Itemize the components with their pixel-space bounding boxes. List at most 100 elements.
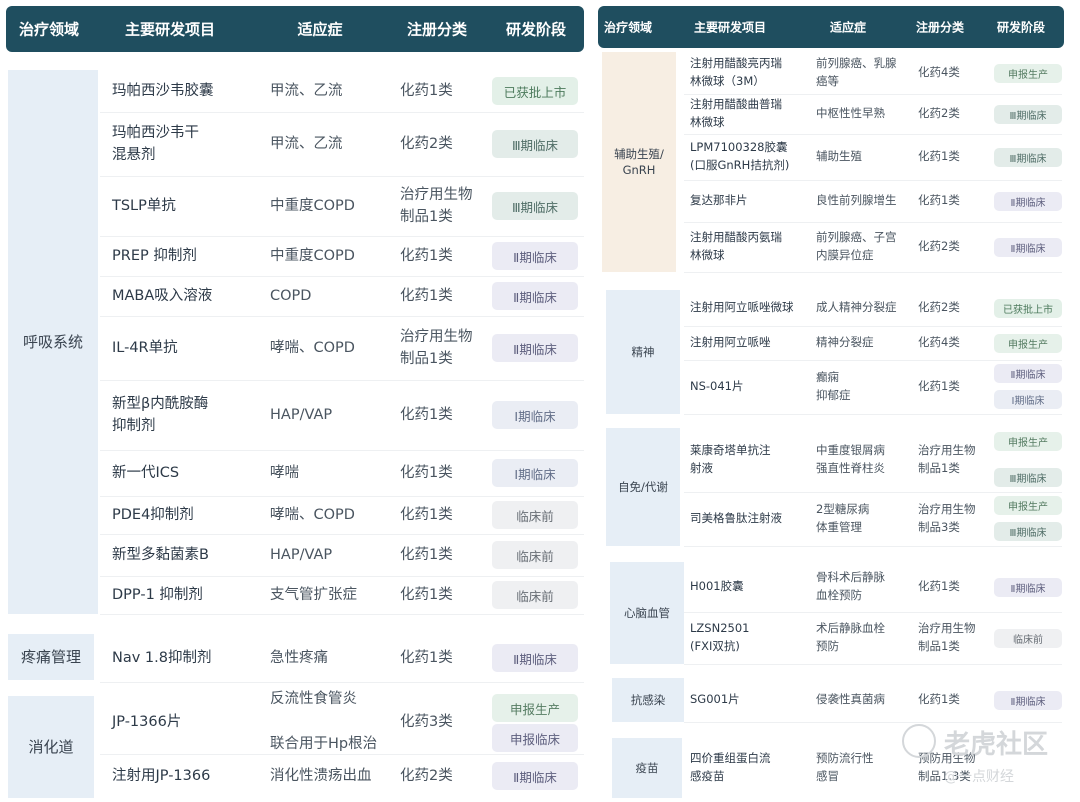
indication: 前列腺癌、子宫 内膜异位症 [816,230,897,262]
row-divider [100,614,584,615]
indication: 哮喘、COPD [270,339,355,356]
stage-badge: Ⅱ期临床 [492,644,578,672]
project-name: 四价重组蛋白流 感疫苗 [690,751,771,783]
watermark-brand: 老虎社区 [944,730,1049,760]
project-name: Nav 1.8抑制剂 [112,649,212,666]
indication: 中重度COPD [270,197,355,214]
registration-class: 化药1类 [918,149,960,164]
project-name: 新型β内酰胺酶 抑制剂 [112,395,209,434]
registration-class: 化药2类 [400,767,453,784]
stage-badge: 临床前 [492,501,578,529]
project-name: 注射用JP-1366 [112,767,211,784]
project-name: 新型多黏菌素B [112,546,209,563]
registration-class: 化药3类 [400,713,453,730]
indication: 中重度银屑病 强直性脊柱炎 [816,443,885,475]
indication: 辅助生殖 [816,149,862,164]
project-name: IL-4R单抗 [112,339,178,356]
stage-badge: Ⅲ期临床 [994,104,1062,124]
stage-badge: Ⅰ期临床 [492,459,578,487]
right-table-header: 治疗领域 主要研发项目 适应症 注册分类 研发阶段 [598,6,1064,48]
category-cardiovascular: 心脑血管 [610,562,684,664]
category-respiratory: 呼吸系统 [8,70,98,614]
row-divider [684,414,1062,415]
stage-badge: Ⅰ期临床 [492,401,578,429]
left-header-domain: 治疗领域 [18,20,80,39]
row-divider [684,546,1062,547]
stage-badge: Ⅲ期临床 [492,130,578,158]
category-immune-metabolic: 自免/代谢 [606,428,680,546]
registration-class: 化药1类 [400,287,453,304]
stage-badge: Ⅰ期临床 [994,390,1062,409]
indication: 成人精神分裂症 [816,300,897,315]
indication: 精神分裂症 [816,335,874,350]
project-name: PDE4抑制剂 [112,506,194,523]
stage-badge: Ⅱ期临床 [994,237,1062,257]
project-name: JP-1366片 [112,713,182,730]
stage-badge: Ⅱ期临床 [994,577,1062,597]
stage-badge: 申报生产 [994,496,1062,515]
indication: 中枢性性早熟 [816,106,885,121]
stage-badge: 申报生产 [994,63,1062,83]
stage-badge: Ⅲ期临床 [994,147,1062,167]
project-name: 注射用阿立哌唑 [690,335,771,350]
registration-class: 化药1类 [400,406,453,423]
project-name: 玛帕西沙韦干 混悬剂 [112,124,199,163]
stage-badge: 申报临床 [492,724,578,752]
stage-badge: Ⅲ期临床 [994,522,1062,541]
stage-badge: Ⅲ期临床 [994,468,1062,487]
indication: 哮喘 [270,464,299,481]
registration-class: 化药1类 [400,82,453,99]
indication: 急性疼痛 [270,649,328,666]
category-digestive: 消化道 [8,696,94,798]
category-reproduction-gnrh: 辅助生殖/ GnRH [602,52,676,272]
registration-class: 化药1类 [400,586,453,603]
left-header-stage: 研发阶段 [505,20,567,39]
project-name: 复达那非片 [690,193,748,208]
row-divider [684,272,1062,273]
project-name: 莱康奇塔单抗注 射液 [690,443,771,475]
indication: HAP/VAP [270,406,333,423]
project-name: 司美格鲁肽注射液 [690,511,782,526]
right-header-indication: 适应症 [829,20,867,35]
indication: 2型糖尿病 体重管理 [816,502,870,534]
left-header-project: 主要研发项目 [124,20,216,39]
registration-class: 化药4类 [918,65,960,80]
stage-badge: Ⅱ期临床 [994,690,1062,710]
project-name: DPP-1 抑制剂 [112,586,203,603]
registration-class: 治疗用生物 制品3类 [918,502,976,534]
stage-badge: 申报生产 [492,694,578,722]
project-name: SG001片 [690,692,740,707]
stage-badge: Ⅱ期临床 [492,242,578,270]
left-table-header: 治疗领域 主要研发项目 适应症 注册分类 研发阶段 [6,6,584,52]
registration-class: 化药1类 [918,379,960,394]
registration-class: 化药1类 [400,649,453,666]
indication: 前列腺癌、乳腺 癌等 [816,56,897,88]
indication: 支气管扩张症 [270,586,357,603]
registration-class: 化药1类 [400,464,453,481]
indication: 哮喘、COPD [270,506,355,523]
registration-class: 化药4类 [918,335,960,350]
project-name: MABA吸入溶液 [112,287,213,304]
registration-class: 化药1类 [400,546,453,563]
indication: COPD [270,287,312,304]
right-header-class: 注册分类 [915,20,965,35]
right-header-project: 主要研发项目 [693,20,767,35]
project-name: PREP 抑制剂 [112,247,197,264]
indication: 侵袭性真菌病 [816,692,885,707]
registration-class: 化药1类 [918,193,960,208]
stage-badge: Ⅱ期临床 [994,191,1062,211]
registration-class: 化药1类 [918,579,960,594]
registration-class: 治疗用生物 制品1类 [400,186,473,225]
indication: 甲流、乙流 [270,82,343,99]
stage-badge: 临床前 [994,628,1062,648]
registration-class: 治疗用生物 制品1类 [400,328,473,367]
project-name: 注射用醋酸亮丙瑞 林微球（3M） [690,56,782,88]
project-name: NS-041片 [690,379,744,394]
registration-class: 化药1类 [918,692,960,707]
project-name: 新一代ICS [112,464,180,481]
indication: 癫痫 抑郁症 [816,370,851,402]
registration-class: 化药1类 [400,247,453,264]
indication: 骨科术后静脉 血栓预防 [816,570,885,602]
project-name: LZSN2501 (FXI双抗) [690,621,750,653]
row-divider [684,722,1062,723]
